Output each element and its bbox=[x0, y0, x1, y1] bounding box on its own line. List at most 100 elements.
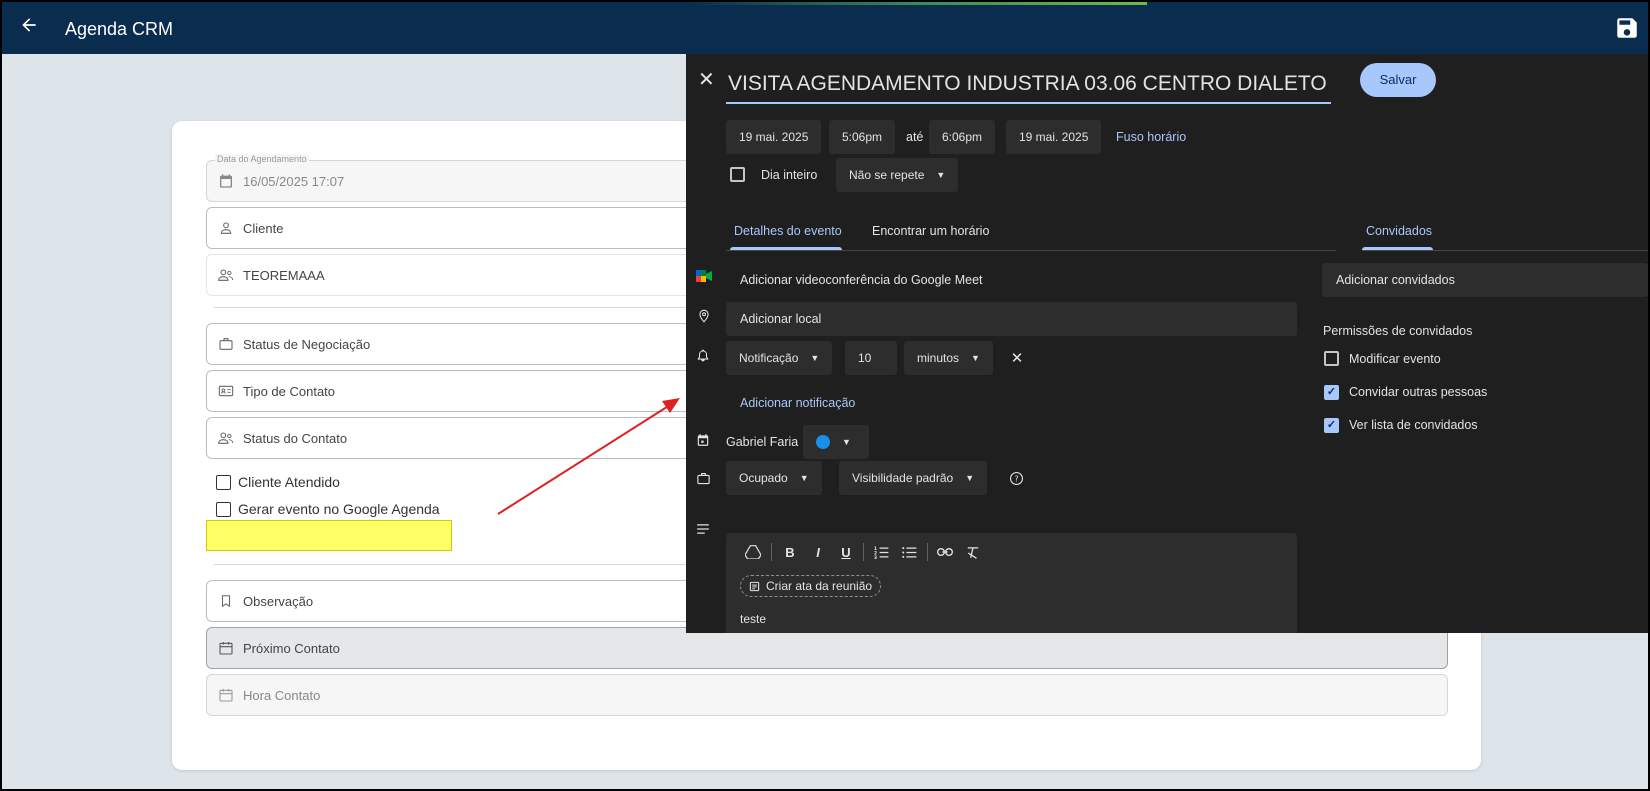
app-title: Agenda CRM bbox=[65, 19, 174, 39]
bulleted-list-icon[interactable] bbox=[900, 543, 918, 561]
cliente-placeholder: Cliente bbox=[243, 220, 284, 236]
toolbar-separator bbox=[771, 543, 772, 561]
tipo-contato-label: Tipo de Contato bbox=[243, 383, 336, 399]
add-notification-link[interactable]: Adicionar notificação bbox=[740, 396, 855, 410]
toolbar-separator bbox=[863, 543, 864, 561]
location-pin-icon bbox=[695, 307, 713, 325]
start-time-picker[interactable]: 5:06pm bbox=[829, 120, 896, 154]
event-title-input[interactable]: VISITA AGENDAMENTO INDUSTRIA 03.06 CENTR… bbox=[726, 68, 1331, 104]
notification-unit-dropdown[interactable]: minutos ▼ bbox=[904, 341, 993, 375]
toolbar-separator bbox=[927, 543, 928, 561]
notification-amount-input[interactable]: 10 bbox=[845, 341, 897, 375]
briefcase-icon bbox=[694, 469, 712, 487]
underline-icon[interactable]: U bbox=[837, 543, 855, 561]
hora-contato-field[interactable]: Hora Contato bbox=[206, 674, 1448, 716]
google-meet-icon bbox=[695, 267, 713, 285]
modify-event-checkbox[interactable] bbox=[1324, 351, 1339, 366]
calendar-color-dropdown[interactable]: ▼ bbox=[803, 425, 869, 459]
timezone-link[interactable]: Fuso horário bbox=[1116, 130, 1186, 144]
description-text[interactable]: teste bbox=[740, 612, 766, 626]
loading-progress-bar bbox=[2, 2, 1147, 5]
caret-down-icon: ▼ bbox=[799, 473, 809, 483]
description-editor[interactable]: B I U 123 Criar ata da reunião teste bbox=[726, 533, 1297, 633]
see-guest-list-label: Ver lista de convidados bbox=[1349, 418, 1478, 432]
arrow-left-icon[interactable] bbox=[16, 15, 42, 41]
calendar-icon bbox=[217, 686, 235, 704]
calendar-icon bbox=[217, 172, 235, 190]
availability-dropdown[interactable]: Ocupado ▼ bbox=[726, 461, 822, 495]
contato-value: TEOREMAAA bbox=[243, 267, 325, 283]
start-date-picker[interactable]: 19 mai. 2025 bbox=[726, 120, 822, 154]
tab-guests[interactable]: Convidados bbox=[1366, 224, 1432, 238]
tab-event-details[interactable]: Detalhes do evento bbox=[734, 224, 842, 238]
save-button[interactable]: Salvar bbox=[1360, 63, 1436, 97]
all-day-label: Dia inteiro bbox=[761, 168, 818, 182]
google-drive-icon[interactable] bbox=[744, 543, 762, 561]
google-calendar-event-panel: ✕ VISITA AGENDAMENTO INDUSTRIA 03.06 CEN… bbox=[686, 54, 1648, 633]
svg-text:3: 3 bbox=[874, 554, 877, 558]
italic-icon[interactable]: I bbox=[809, 543, 827, 561]
availability-value: Ocupado bbox=[739, 471, 788, 485]
agendamento-value: 16/05/2025 17:07 bbox=[243, 173, 345, 189]
create-meeting-notes-button[interactable]: Criar ata da reunião bbox=[740, 575, 882, 597]
caret-down-icon: ▼ bbox=[842, 437, 851, 447]
gerar-evento-label: Gerar evento no Google Agenda bbox=[238, 501, 440, 517]
link-icon[interactable] bbox=[936, 543, 954, 561]
add-guests-placeholder: Adicionar convidados bbox=[1336, 273, 1455, 287]
location-input[interactable]: Adicionar local bbox=[726, 302, 1297, 336]
svg-text:?: ? bbox=[1014, 473, 1018, 483]
floppy-disk-icon[interactable] bbox=[1614, 15, 1640, 41]
proximo-contato-field[interactable]: Próximo Contato bbox=[206, 627, 1448, 669]
tab-find-time[interactable]: Encontrar um horário bbox=[872, 224, 989, 238]
numbered-list-icon[interactable]: 123 bbox=[872, 543, 890, 561]
location-placeholder: Adicionar local bbox=[740, 312, 822, 326]
see-guest-list-checkbox[interactable]: ✓ bbox=[1324, 418, 1339, 433]
screenshot-frame: Agenda CRM Data do Agendamento 16/05/202… bbox=[2, 2, 1648, 789]
close-icon[interactable]: ✕ bbox=[698, 70, 718, 90]
gerar-evento-row[interactable]: Gerar evento no Google Agenda bbox=[216, 501, 440, 517]
caret-down-icon: ▼ bbox=[965, 473, 975, 483]
calendar-owner: Gabriel Faria bbox=[726, 435, 799, 449]
bookmark-icon bbox=[217, 592, 235, 610]
clear-formatting-icon[interactable] bbox=[964, 543, 982, 561]
calendar-color-dot bbox=[816, 435, 830, 449]
help-icon[interactable]: ? bbox=[1007, 469, 1025, 487]
cliente-atendido-row[interactable]: Cliente Atendido bbox=[216, 474, 340, 490]
observacao-label: Observação bbox=[243, 593, 314, 609]
modify-event-label: Modificar evento bbox=[1349, 352, 1441, 366]
caret-down-icon: ▼ bbox=[971, 353, 980, 363]
meeting-notes-label: Criar ata da reunião bbox=[766, 579, 873, 593]
guest-permissions-title: Permissões de convidados bbox=[1323, 324, 1473, 338]
notes-icon bbox=[749, 581, 760, 592]
guests-tabs-divider bbox=[1362, 250, 1648, 251]
visibility-value: Visibilidade padrão bbox=[852, 471, 954, 485]
notification-type-dropdown[interactable]: Notificação ▼ bbox=[726, 341, 833, 375]
cliente-atendido-checkbox[interactable] bbox=[216, 474, 231, 490]
end-date-picker[interactable]: 19 mai. 2025 bbox=[1006, 120, 1102, 154]
proximo-contato-label: Próximo Contato bbox=[243, 640, 340, 656]
until-label: até bbox=[906, 130, 924, 144]
gerar-evento-checkbox[interactable] bbox=[216, 501, 231, 517]
caret-down-icon: ▼ bbox=[810, 353, 820, 363]
bold-icon[interactable]: B bbox=[781, 543, 799, 561]
visibility-dropdown[interactable]: Visibilidade padrão ▼ bbox=[839, 461, 988, 495]
briefcase-icon bbox=[217, 335, 235, 353]
hora-contato-label: Hora Contato bbox=[243, 687, 321, 703]
invite-others-label: Convidar outras pessoas bbox=[1349, 385, 1488, 399]
remove-notification-icon[interactable]: ✕ bbox=[1008, 349, 1026, 367]
repeat-dropdown[interactable]: Não se repete ▼ bbox=[836, 158, 959, 192]
add-guests-input[interactable]: Adicionar convidados bbox=[1322, 263, 1648, 297]
all-day-checkbox[interactable] bbox=[730, 167, 745, 182]
calendar-icon bbox=[217, 639, 235, 657]
description-icon bbox=[694, 520, 712, 538]
tabs-divider bbox=[726, 250, 1336, 251]
repeat-value: Não se repete bbox=[849, 168, 925, 182]
calendar-icon bbox=[694, 431, 712, 449]
notification-unit-value: minutos bbox=[917, 351, 960, 365]
person-icon bbox=[217, 219, 235, 237]
add-meet-link[interactable]: Adicionar videoconferência do Google Mee… bbox=[740, 273, 983, 287]
caret-down-icon: ▼ bbox=[936, 170, 946, 180]
contact-card-icon bbox=[217, 382, 235, 400]
end-time-picker[interactable]: 6:06pm bbox=[929, 120, 996, 154]
invite-others-checkbox[interactable]: ✓ bbox=[1324, 385, 1339, 400]
